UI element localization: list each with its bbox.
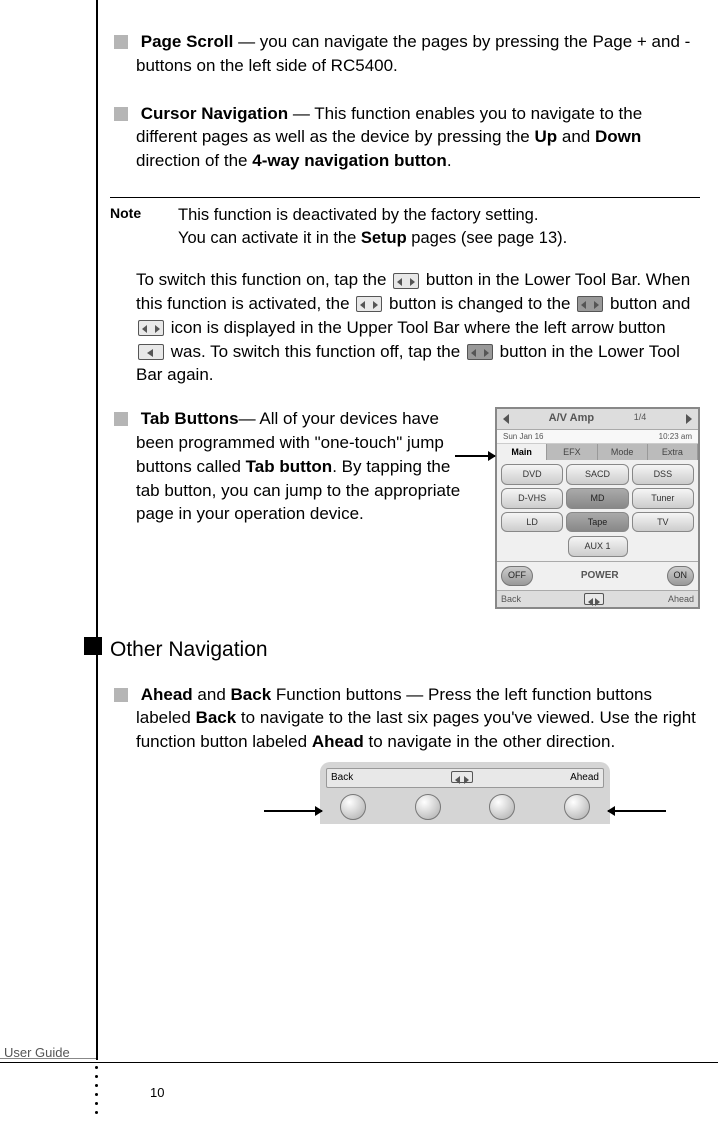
device-btn: DVD <box>501 464 563 485</box>
device-ahead-label: Ahead <box>668 593 694 606</box>
switch-paragraph: To switch this function on, tap the butt… <box>136 268 700 387</box>
bullet-icon <box>114 35 128 49</box>
nav-lr-icon <box>451 771 473 783</box>
horizontal-rule <box>0 1062 718 1063</box>
note-label: Note <box>110 204 160 250</box>
note-text: This function is deactivated by the fact… <box>178 204 567 250</box>
device-power-label: POWER <box>536 566 664 586</box>
bullet-icon <box>114 412 128 426</box>
bd-back: Back <box>331 771 353 785</box>
note-line2b: pages (see page 13). <box>407 229 568 247</box>
triangle-right-icon <box>686 414 692 424</box>
up-label: Up <box>534 127 557 146</box>
left-arrow-icon <box>138 344 164 360</box>
bd-ahead: Ahead <box>570 771 599 785</box>
back-label-2: Back <box>196 708 237 727</box>
setup-label: Setup <box>361 229 407 247</box>
arrow-pointer-icon <box>455 455 495 457</box>
bullet-icon <box>114 107 128 121</box>
nav-lr-icon <box>356 296 382 312</box>
device-time: 10:23 am <box>659 431 692 442</box>
section-page-scroll: Page Scroll — you can navigate the pages… <box>110 30 700 78</box>
device-screenshot: A/V Amp 1/4 Sun Jan 16 10:23 am Main EFX… <box>495 407 700 609</box>
sp-f: was. To switch this function off, tap th… <box>171 342 465 361</box>
ab-body-c: to navigate in the other direction. <box>364 732 615 751</box>
nav-lr-dark-icon <box>577 296 603 312</box>
section-cursor-nav: Cursor Navigation — This function enable… <box>110 102 700 173</box>
nav-lr-dark-icon <box>467 344 493 360</box>
device-tab-main: Main <box>497 444 547 461</box>
note-line1: This function is deactivated by the fact… <box>178 206 538 224</box>
arrow-right-icon <box>264 810 322 812</box>
tab-label: Tab button <box>246 457 333 476</box>
and: and <box>557 127 595 146</box>
device-btn: TV <box>632 512 694 533</box>
down-label: Down <box>595 127 641 146</box>
black-bullet-icon <box>84 637 102 655</box>
device-tab-extra: Extra <box>648 444 698 461</box>
device-tabs: Main EFX Mode Extra <box>497 444 698 461</box>
note-line2a: You can activate it in the <box>178 229 361 247</box>
device-btn: D-VHS <box>501 488 563 509</box>
tab-buttons-text: Tab Buttons— All of your devices have be… <box>110 407 477 526</box>
navbtn-label: 4-way navigation button <box>252 151 447 170</box>
device-title: A/V Amp <box>549 411 594 426</box>
short-rule <box>0 1058 96 1059</box>
device-date: Sun Jan 16 <box>503 431 543 442</box>
ahead-label: Ahead <box>141 685 193 704</box>
device-btn: DSS <box>632 464 694 485</box>
device-aux-btn: AUX 1 <box>568 536 628 557</box>
arrow-left-icon <box>608 810 666 812</box>
device-btn: LD <box>501 512 563 533</box>
device-on-btn: ON <box>667 566 695 586</box>
and2: and <box>193 685 231 704</box>
round-button-icon <box>415 794 441 820</box>
cursor-nav-body-b: direction of the <box>136 151 252 170</box>
tab-buttons-title: Tab Buttons <box>141 409 239 428</box>
bullet-icon <box>114 688 128 702</box>
sp-c: button is changed to the <box>389 294 575 313</box>
device-page: 1/4 <box>634 411 647 426</box>
other-nav-title: Other Navigation <box>110 638 268 661</box>
back-label: Back <box>231 685 272 704</box>
note-block: Note This function is deactivated by the… <box>110 197 700 250</box>
user-guide-label: User Guide <box>0 1044 96 1062</box>
period: . <box>447 151 452 170</box>
page-scroll-title: Page Scroll <box>141 32 234 51</box>
device-btn: Tuner <box>632 488 694 509</box>
device-tab-efx: EFX <box>547 444 597 461</box>
dotted-line <box>95 1066 98 1114</box>
sp-e: icon is displayed in the Upper Tool Bar … <box>171 318 666 337</box>
device-back-label: Back <box>501 593 521 606</box>
page-number: 10 <box>150 1084 164 1102</box>
round-button-icon <box>489 794 515 820</box>
sp-d: button and <box>610 294 690 313</box>
nav-lr-icon <box>584 593 604 605</box>
ahead-label-2: Ahead <box>312 732 364 751</box>
nav-lr-icon <box>393 273 419 289</box>
nav-cross-icon <box>138 320 164 336</box>
device-button-grid: DVD SACD DSS D-VHS MD Tuner LD Tape TV <box>497 460 698 536</box>
other-nav-heading: Other Navigation <box>110 635 700 664</box>
vertical-rule <box>96 0 98 1060</box>
device-btn: MD <box>566 488 628 509</box>
round-button-icon <box>340 794 366 820</box>
triangle-left-icon <box>503 414 509 424</box>
device-btn: Tape <box>566 512 628 533</box>
bottom-device-image: Back Ahead <box>320 762 610 824</box>
section-ahead-back: Ahead and Back Function buttons — Press … <box>110 683 700 824</box>
device-btn: SACD <box>566 464 628 485</box>
page-content: Page Scroll — you can navigate the pages… <box>110 30 700 848</box>
section-tab-buttons: Tab Buttons— All of your devices have be… <box>110 407 700 609</box>
round-button-icon <box>564 794 590 820</box>
device-tab-mode: Mode <box>598 444 648 461</box>
device-off-btn: OFF <box>501 566 533 586</box>
cursor-nav-title: Cursor Navigation <box>141 104 288 123</box>
sp-a: To switch this function on, tap the <box>136 270 391 289</box>
